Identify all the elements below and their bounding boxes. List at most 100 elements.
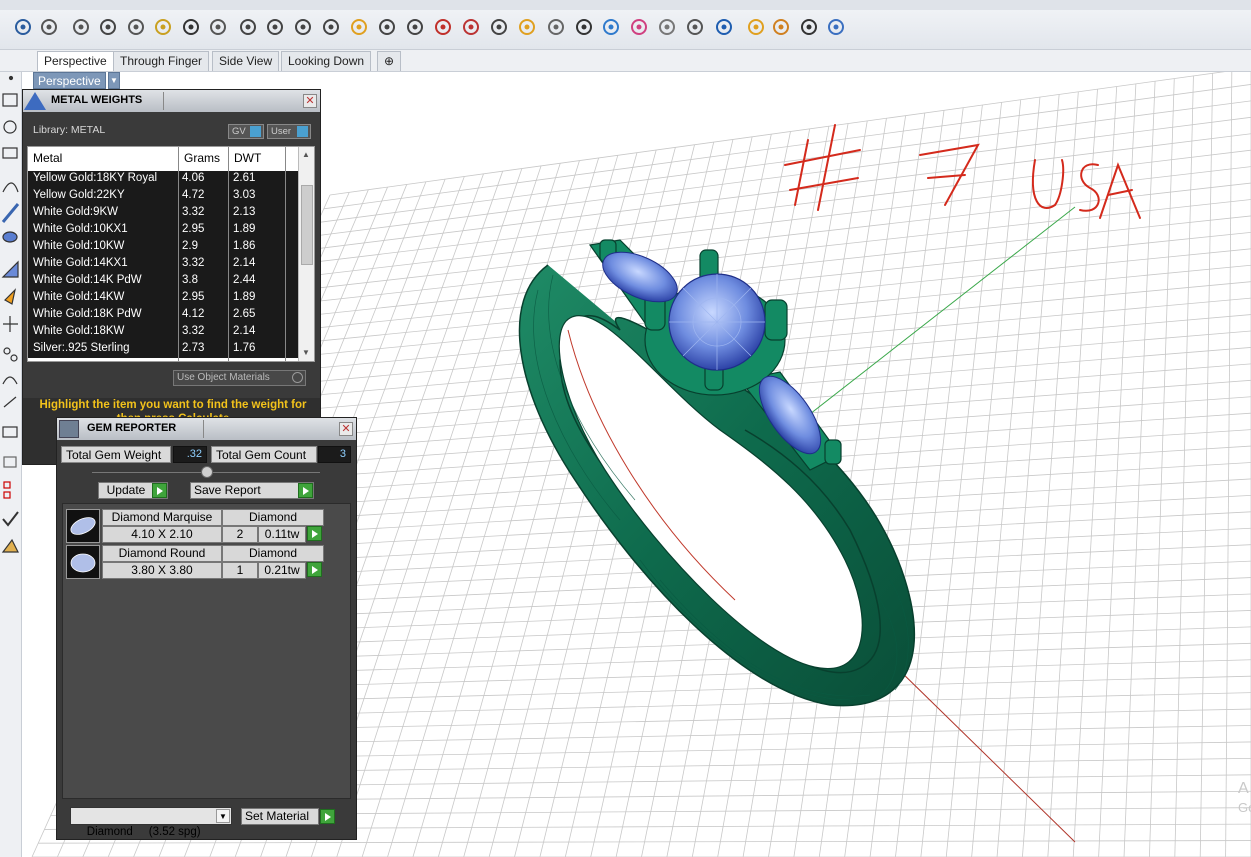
user-toggle[interactable]: User [267,124,311,139]
flag-icon[interactable] [745,16,767,38]
tab-looking-down[interactable]: Looking Down [281,51,372,71]
lock-icon[interactable] [573,16,595,38]
gem-reporter-close-icon[interactable]: ✕ [339,422,353,436]
table-row[interactable]: White Gold:14KW 2.95 1.89 [28,290,298,307]
tab-side-view[interactable]: Side View [212,51,280,71]
dwt-cell: 1.76 [233,342,256,354]
table-row[interactable]: White Gold:14KX1 3.32 2.14 [28,256,298,273]
metal-name-cell: Yellow Gold:22KY [33,189,125,201]
metal-weights-table[interactable]: Metal Grams DWT Yellow Gold:18KY Royal 4.… [27,146,315,362]
viewport-menu-chevron-icon[interactable]: ▼ [108,72,120,89]
shading-icon[interactable] [656,16,678,38]
eraser-icon[interactable] [460,16,482,38]
table-row[interactable]: Yellow Gold:22KY 4.72 3.03 [28,188,298,205]
col-header-grams[interactable]: Grams [184,151,220,165]
four-viewports-icon[interactable] [404,16,426,38]
metal-name-cell: White Gold:18K PdW [33,308,142,320]
print-icon[interactable] [38,16,60,38]
gem-count: 2 [222,526,258,543]
metal-name-cell: White Gold:14K PdW [33,274,142,286]
gem-count: 1 [222,562,258,579]
gem-reporter-titlebar[interactable]: GEM REPORTER [57,418,356,440]
settings-gear-icon[interactable] [770,16,792,38]
set-material-arrow-icon[interactable] [320,809,335,824]
user-label: User [271,126,292,137]
zoom-window-icon[interactable] [292,16,314,38]
globe-icon[interactable] [713,16,735,38]
total-gem-weight-value: .32 [173,446,207,463]
table-row[interactable]: Yellow Gold:18KY Royal 4.06 2.61 [28,171,298,188]
save-report-arrow-icon[interactable] [298,483,313,498]
rotate-view-icon[interactable] [376,16,398,38]
save-report-button[interactable]: Save Report [190,482,314,499]
marquise-thumbnail-icon [66,509,100,543]
properties-icon[interactable] [70,16,92,38]
point-edit-icon[interactable] [516,16,538,38]
gem-list-item-marquise[interactable]: Diamond Marquise Diamond 4.10 X 2.10 2 0… [66,509,324,543]
gem-reporter-logo-icon [59,420,79,438]
scroll-up-icon[interactable]: ▲ [302,150,310,159]
gem-select-arrow-icon[interactable] [307,526,322,541]
use-object-materials-checkbox[interactable]: Use Object Materials [173,370,306,386]
col-header-dwt[interactable]: DWT [234,151,261,165]
pan-hand-icon[interactable] [207,16,229,38]
scroll-thumb[interactable] [301,185,313,265]
rendered-icon[interactable] [684,16,706,38]
viewport-name-label[interactable]: Perspective [33,72,106,89]
grams-cell: 3.32 [182,257,205,269]
material-select[interactable]: Diamond (3.52 spg) ▼ [70,807,232,838]
table-row[interactable]: White Gold:10KW 2.9 1.86 [28,239,298,256]
round-thumbnail-icon [66,545,100,579]
gv-toggle[interactable]: GV [228,124,264,139]
table-row[interactable]: White Gold:18K PdW 4.12 2.65 [28,307,298,324]
copy-icon[interactable] [125,16,147,38]
dwt-cell: 2.14 [233,325,256,337]
connector-icon[interactable] [798,16,820,38]
chevron-down-icon[interactable]: ▼ [216,809,230,823]
set-material-button[interactable]: Set Material [241,808,319,825]
zoom-icon[interactable] [264,16,286,38]
gem-size: 4.10 X 2.10 [102,526,222,543]
grams-cell: 3.32 [182,206,205,218]
left-tools-icons[interactable] [0,72,22,857]
splitter-handle[interactable] [201,466,213,478]
snap-icon[interactable] [488,16,510,38]
layer-icon[interactable] [600,16,622,38]
gem-name: Diamond Round [102,545,222,562]
table-row[interactable]: White Gold:14K PdW 3.8 2.44 [28,273,298,290]
metal-weights-scrollbar[interactable]: ▲ ▼ [298,147,314,361]
paste-icon[interactable] [152,16,174,38]
help-icon[interactable] [825,16,847,38]
table-row[interactable]: White Gold:9KW 3.32 2.13 [28,205,298,222]
cut-icon[interactable] [97,16,119,38]
tab-through-finger[interactable]: Through Finger [113,51,210,71]
save-icon[interactable] [12,16,34,38]
tab-perspective[interactable]: Perspective [37,51,114,71]
metal-weights-titlebar[interactable]: METAL WEIGHTS [23,90,320,112]
zoom-extents-icon[interactable] [320,16,342,38]
table-row[interactable]: White Gold:10KX1 2.95 1.89 [28,222,298,239]
dwt-cell: 2.14 [233,257,256,269]
color-wheel-icon[interactable] [628,16,650,38]
use-object-materials-label: Use Object Materials [177,372,270,383]
metal-weights-title: METAL WEIGHTS [51,94,143,106]
move-view-icon[interactable] [237,16,259,38]
light-bulb-icon[interactable] [545,16,567,38]
grams-cell: 2.9 [182,240,198,252]
gem-list-item-round[interactable]: Diamond Round Diamond 3.80 X 3.80 1 0.21… [66,545,324,579]
gem-select-arrow-icon[interactable] [307,562,322,577]
update-arrow-icon[interactable] [152,483,167,498]
toolbar-top-strip [0,0,1251,10]
add-tab-icon[interactable]: ⊕ [377,51,401,71]
grams-cell: 2.95 [182,223,205,235]
zoom-selected-icon[interactable] [348,16,370,38]
table-row[interactable]: White Gold:18KW 3.32 2.14 [28,324,298,341]
viewport-tabs: Perspective Through Finger Side View Loo… [0,50,1251,72]
metal-weights-close-icon[interactable]: ✕ [303,94,317,108]
car-icon[interactable] [432,16,454,38]
table-row[interactable]: Silver:.925 Sterling 2.73 1.76 [28,341,298,358]
col-header-metal[interactable]: Metal [33,151,62,165]
ring-model[interactable] [518,239,916,707]
scroll-down-icon[interactable]: ▼ [302,348,310,357]
undo-icon[interactable] [180,16,202,38]
